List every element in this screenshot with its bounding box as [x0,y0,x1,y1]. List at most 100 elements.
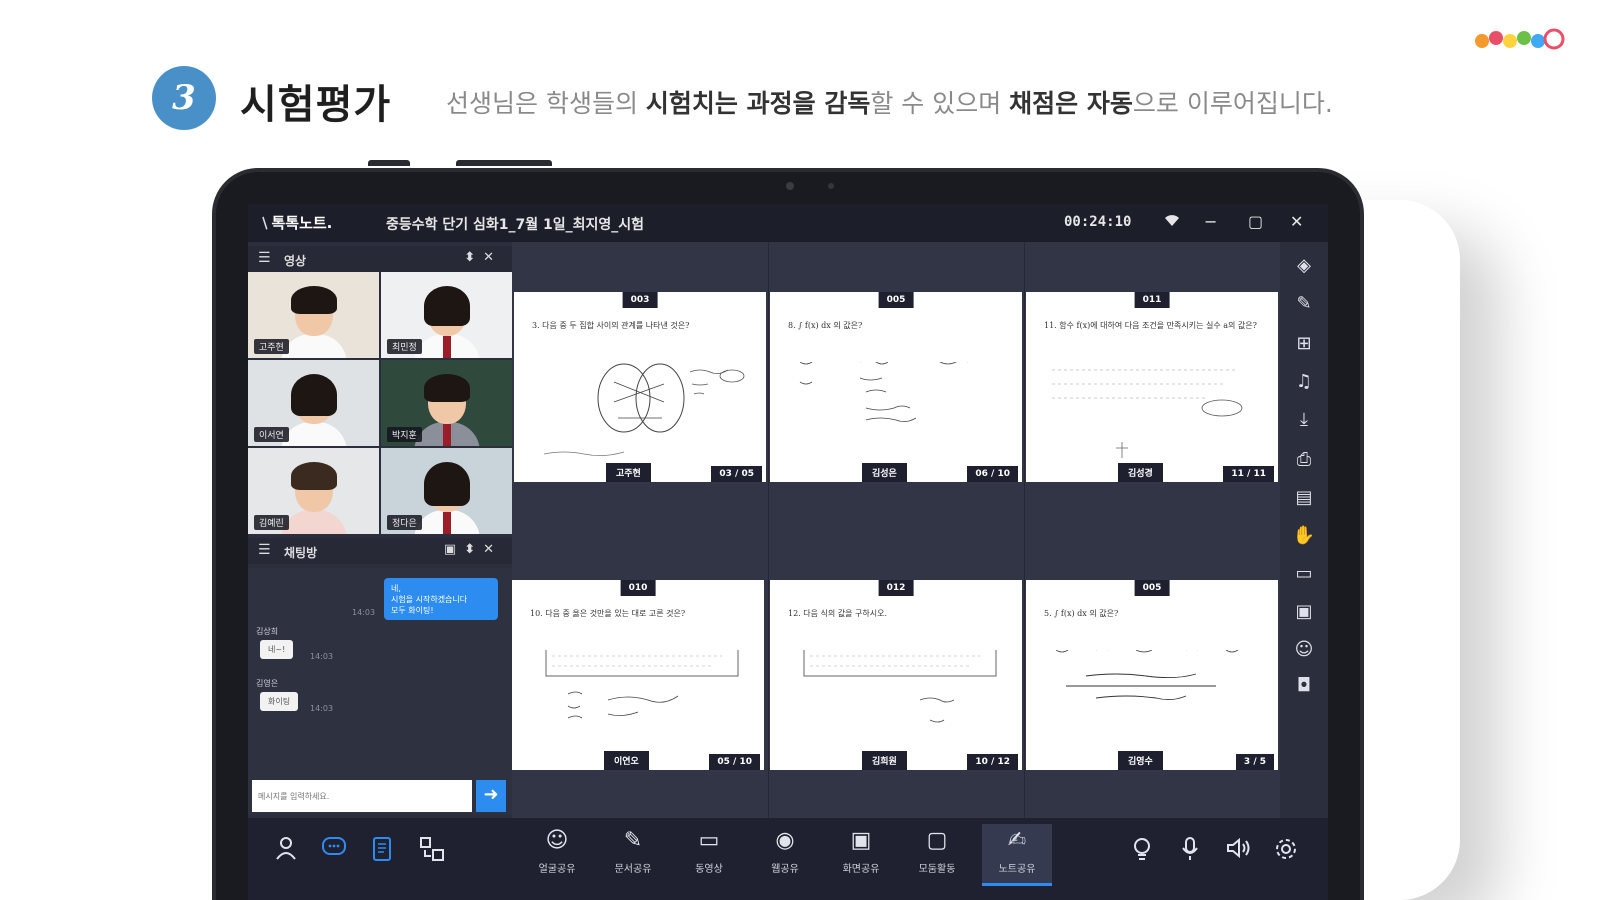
chat-input[interactable] [252,780,472,812]
panel-close-icon[interactable]: ✕ [483,542,502,557]
student-name: 김성은 [862,463,907,482]
screen-check-icon[interactable]: ▭ [1292,562,1316,586]
screen-share-icon: ▣ [850,828,872,853]
student-name: 고주현 [606,463,651,482]
session-timer: 00:24:10 [1064,214,1132,230]
grid-icon[interactable]: ⊞ [1292,332,1316,356]
page-indicator: 3 / 5 [1235,754,1274,770]
problem-text: 8. ∫ f(x) dx 의 값은? [788,321,863,330]
download-icon[interactable]: ⤓ [1292,408,1316,432]
chat-panel-title: 채팅방 [284,546,318,560]
pen-icon[interactable]: ✎ [1292,292,1316,316]
vr-icon[interactable]: ◘ [1292,674,1316,698]
video-tile[interactable]: 이서연 [248,360,379,446]
description-segment: 으로 이루어집니다. [1132,89,1333,118]
minimize-button[interactable]: − [1204,212,1217,232]
video-label: 동영상 [695,864,723,875]
message-time: 14:03 [352,608,376,617]
student-sheet[interactable]: 005 8. ∫ f(x) dx 의 값은? 김성은 06 / 10 [770,292,1022,482]
participant-name: 정다은 [387,515,422,530]
settings-icon[interactable] [1272,836,1300,864]
web-icon: ◉ [775,828,795,853]
group-icon: ▢ [926,828,948,853]
student-sheet[interactable]: 003 3. 다음 중 두 집합 사이의 관계를 나타낸 것은? 고주현 03 … [514,292,766,482]
portrait-icon[interactable]: ▣ [1292,600,1316,624]
paint-icon[interactable]: ◈ [1292,254,1316,278]
board-icon[interactable]: ▤ [1292,486,1316,510]
doc-share-button[interactable]: ✎ 문서공유 [598,824,668,886]
hand-icon[interactable]: ✋ [1292,524,1316,548]
participant-avatar [412,460,482,534]
chat-messages: 14:03 네, 시험을 시작하겠습니다 모두 화이팅! 김상희 네~! 14:… [248,568,512,814]
brand-logo [1475,28,1565,50]
description-segment: 선생님은 학생들의 [446,89,646,118]
question-number: 003 [622,292,658,308]
right-toolbar: ◈ ✎ ⊞ ♫ ⤓ ⎙ ▤ ✋ ▭ ▣ ☺ ◘ [1280,242,1328,818]
student-name: 김희원 [862,751,907,770]
menu-icon[interactable]: ☰ [258,250,271,266]
description-segment: 채점은 자동 [1009,89,1133,118]
page-indicator: 11 / 11 [1223,466,1274,482]
problem-text: 12. 다음 식의 값을 구하시오. [788,609,888,618]
mic-icon[interactable] [1176,836,1204,864]
video-tile[interactable]: 정다은 [381,448,512,534]
video-tile[interactable]: 고주현 [248,272,379,358]
description-segment: 시험치는 과정을 감독 [645,89,871,118]
print-icon[interactable]: ⎙ [1292,448,1316,472]
panel-close-icon[interactable]: ✕ [483,250,502,265]
video-tile[interactable]: 김예린 [248,448,379,534]
participant-avatar [279,372,349,446]
pin-icon[interactable]: ⬍ [464,542,483,557]
problem-text: 5. ∫ f(x) dx 의 값은? [1044,609,1119,618]
screen-share-label: 화면공유 [842,864,880,875]
face-share-button[interactable]: ☺ 얼굴공유 [522,824,592,886]
tablet-icon[interactable] [368,836,396,864]
participant-name: 고주현 [254,339,289,354]
headset-icon[interactable]: ♫ [1292,370,1316,394]
participant-avatar [412,284,482,358]
participant-avatar [279,460,349,534]
page-indicator: 06 / 10 [967,466,1018,482]
section-description: 선생님은 학생들의 시험치는 과정을 감독할 수 있으며 채점은 자동으로 이루… [446,84,1333,120]
student-name: 김성경 [1118,463,1163,482]
video-button[interactable]: ▭ 동영상 [674,824,744,886]
note-share-button[interactable]: ✍ 노트공유 [982,824,1052,886]
handwriting-work [803,650,997,723]
message-bubble: 화이팅 [260,692,299,711]
pin-icon[interactable]: ⬍ [464,250,483,265]
chat-icon[interactable] [320,836,348,864]
message-time: 14:03 [310,652,334,661]
title-bar: ∕톡톡노트. 중등수학 단기 심화1_7월 1일_최지영_시험 00:24:10… [248,204,1328,242]
screen-share-button[interactable]: ▣ 화면공유 [826,824,896,886]
person-icon[interactable] [272,836,300,864]
description-segment: 할 수 있으며 [870,89,1010,118]
maximize-button[interactable]: ▢ [1248,212,1263,232]
participant-name: 이서연 [254,427,289,442]
close-button[interactable]: ✕ [1290,212,1303,232]
send-button[interactable]: ➜ [476,780,506,812]
section-title: 시험평가 [240,82,392,128]
web-share-button[interactable]: ◉ 웹공유 [750,824,820,886]
video-tile[interactable]: 박지훈 [381,360,512,446]
share-icon[interactable] [418,836,446,864]
document-title: 중등수학 단기 심화1_7월 1일_최지영_시험 [386,217,645,233]
menu-icon[interactable]: ☰ [258,542,271,558]
image-icon[interactable]: ▣ [444,542,464,557]
student-sheet[interactable]: 005 5. ∫ f(x) dx 의 값은? 김영수 3 / 5 [1026,580,1278,770]
student-name: 김영수 [1118,751,1163,770]
message-bubble: 네~! [260,640,294,659]
question-number: 005 [878,292,914,308]
question-number: 010 [620,580,656,596]
video-tile[interactable]: 최민정 [381,272,512,358]
doc-share-icon: ✎ [623,828,643,853]
speaker-icon[interactable] [1224,836,1252,864]
face-icon[interactable]: ☺ [1292,638,1316,662]
student-sheet[interactable]: 011 11. 함수 f(x)에 대하여 다음 조건을 만족시키는 실수 a의 … [1026,292,1278,482]
group-activity-label: 모둠활동 [918,864,956,875]
student-sheet[interactable]: 012 12. 다음 식의 값을 구하시오. 김희원 10 / 12 [770,580,1022,770]
note-share-icon: ✍ [1007,828,1027,853]
group-activity-button[interactable]: ▢ 모둠활동 [902,824,972,886]
student-sheet[interactable]: 010 10. 다음 중 옳은 것만을 있는 대로 고른 것은? 이연오 05 … [512,580,764,770]
lightbulb-icon[interactable] [1128,836,1156,864]
problem-text: 10. 다음 중 옳은 것만을 있는 대로 고른 것은? [530,609,686,618]
